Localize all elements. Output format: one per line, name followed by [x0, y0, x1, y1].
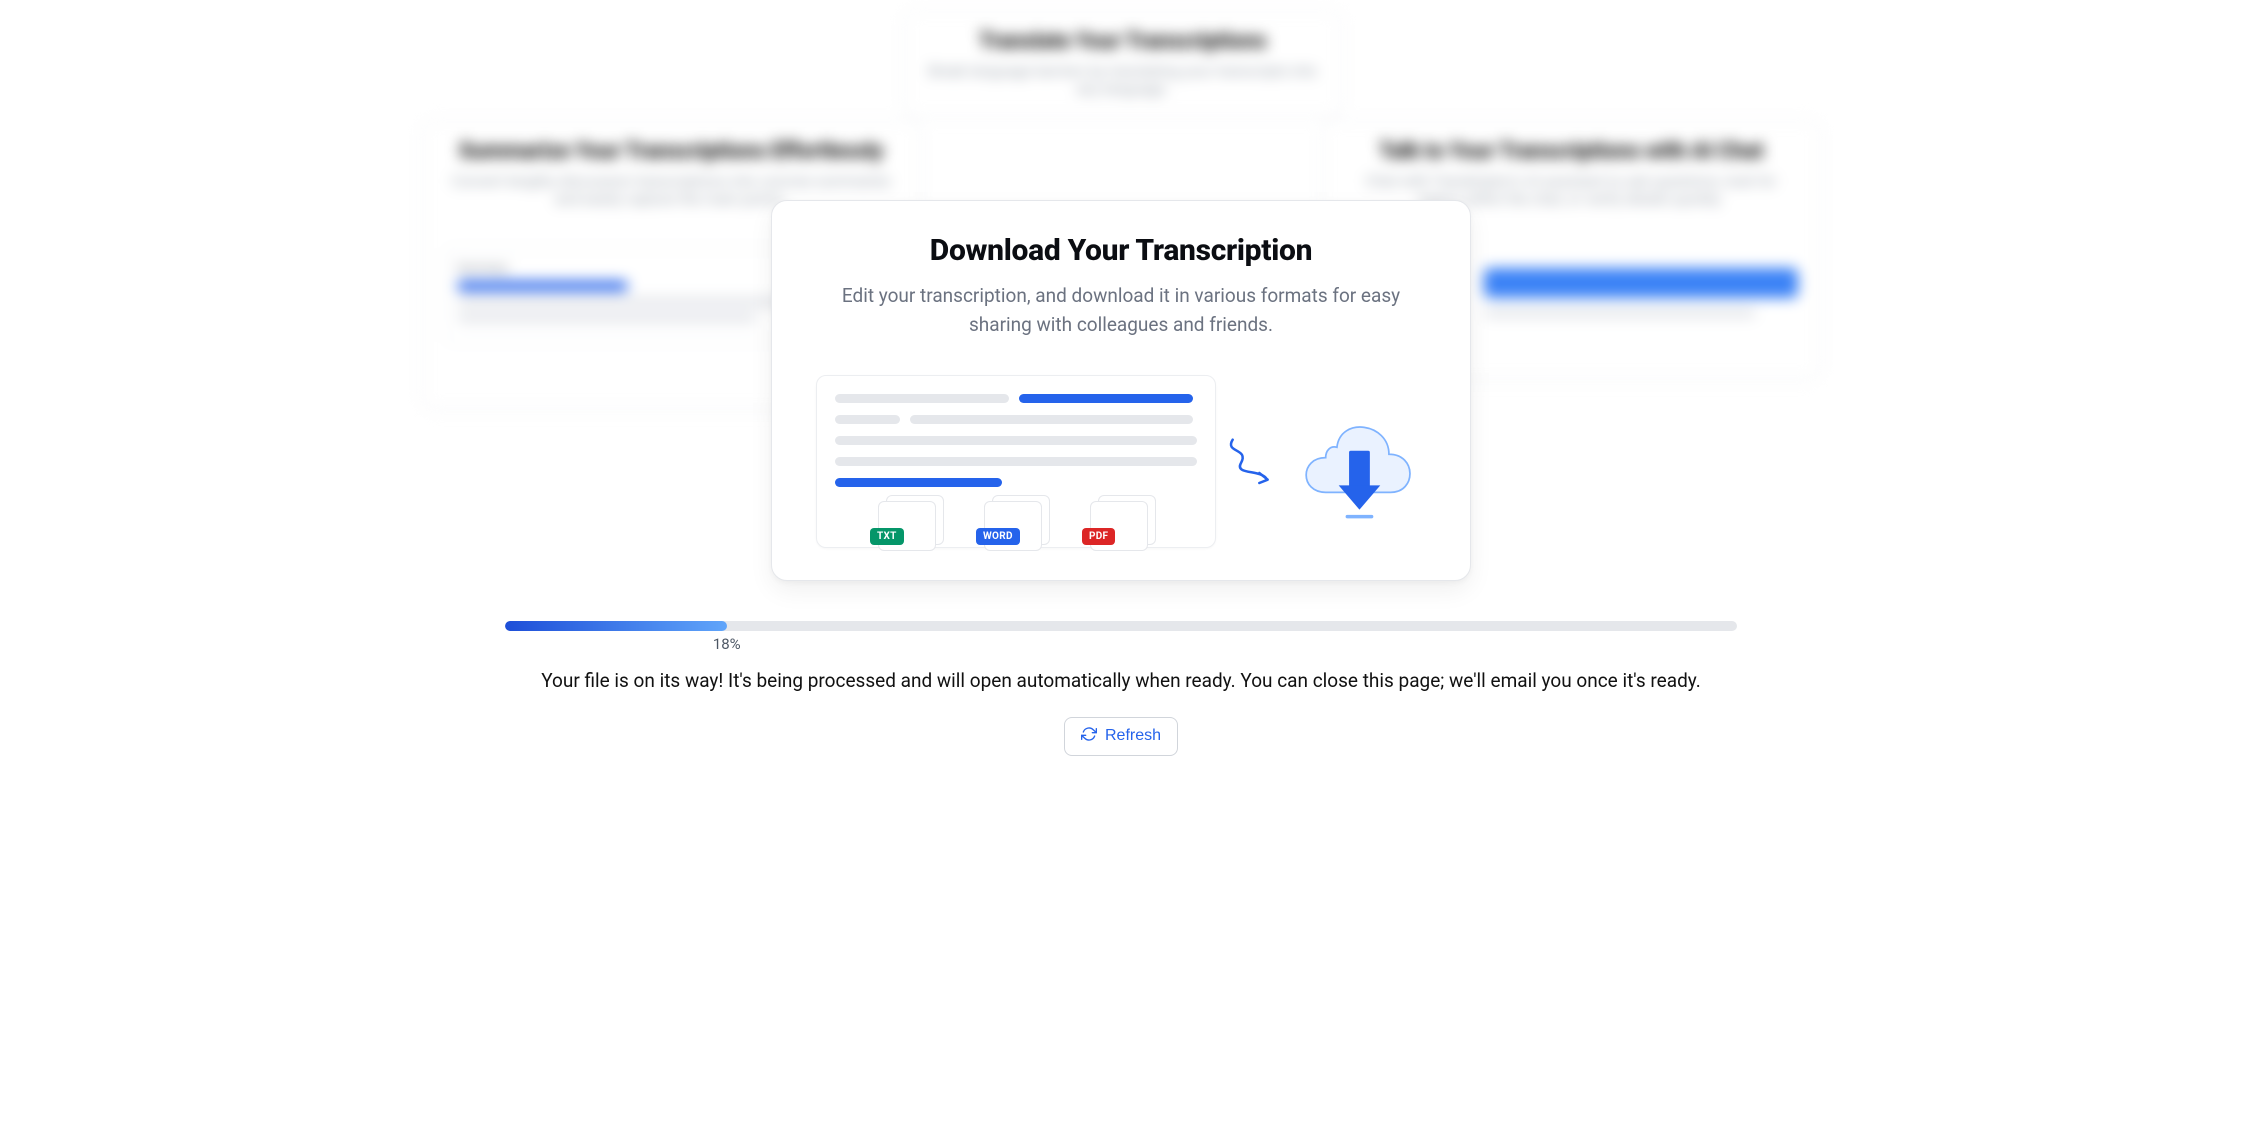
- format-txt: TXT: [874, 495, 946, 551]
- progress-fill: [505, 621, 727, 631]
- format-word: WORD: [980, 495, 1052, 551]
- bg-card-title: Summarize Your Transcriptions Effortless…: [444, 139, 898, 164]
- format-txt-label: TXT: [870, 528, 904, 545]
- refresh-button-label: Refresh: [1105, 727, 1161, 745]
- format-word-label: WORD: [976, 528, 1020, 545]
- format-chips: TXT WORD PDF: [817, 495, 1215, 551]
- cloud-download-icon: [1286, 397, 1426, 527]
- format-pdf-label: PDF: [1082, 528, 1115, 545]
- bg-card-title: Talk to Your Transcriptions with AI Chat: [1344, 139, 1798, 164]
- card-title: Download Your Transcription: [808, 233, 1434, 268]
- bg-chat-pill: [1484, 268, 1798, 298]
- document-preview: TXT WORD PDF: [816, 375, 1216, 548]
- progress-percent-label: 18%: [713, 635, 741, 653]
- format-pdf: PDF: [1086, 495, 1158, 551]
- bg-card-translate: Translate Your Transcriptions Break lang…: [903, 10, 1343, 117]
- squiggle-arrow-icon: [1226, 428, 1276, 495]
- refresh-button[interactable]: Refresh: [1064, 717, 1178, 756]
- progress-bar: 18%: [505, 621, 1737, 631]
- download-card: Download Your Transcription Edit your tr…: [771, 200, 1471, 581]
- card-illustration: TXT WORD PDF: [808, 365, 1434, 556]
- card-subtitle: Edit your transcription, and download it…: [811, 282, 1431, 339]
- status-message: Your file is on its way! It's being proc…: [491, 667, 1751, 695]
- refresh-icon: [1081, 726, 1097, 747]
- bg-card-title: Translate Your Transcriptions: [926, 29, 1320, 54]
- bg-card-desc: Break language barriers by translating y…: [926, 62, 1320, 98]
- progress-track: [505, 621, 1737, 631]
